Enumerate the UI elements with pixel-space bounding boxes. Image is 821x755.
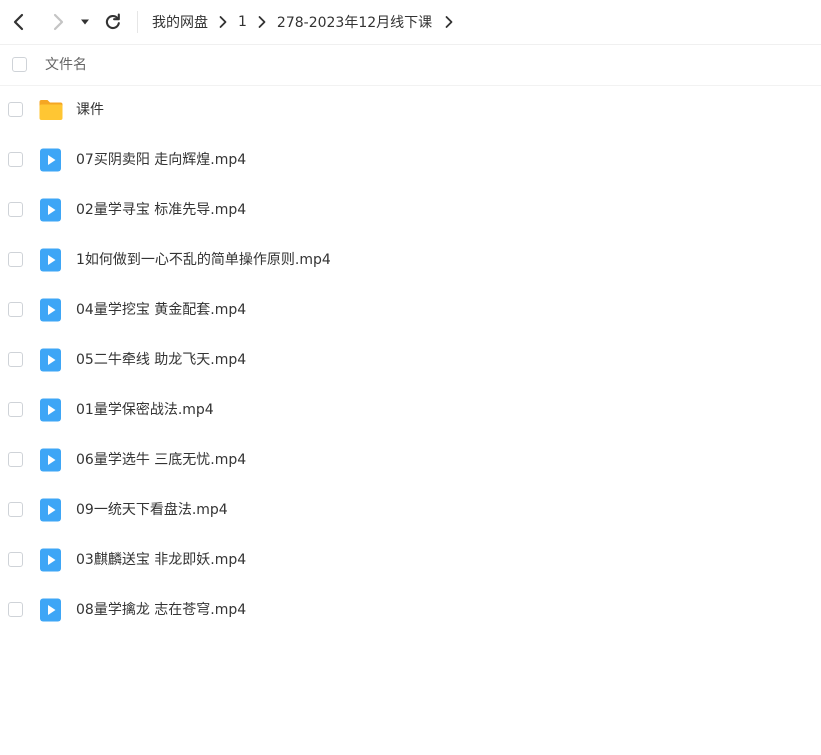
file-manager-window: 我的网盘 1 278-2023年12月线下课 文件名 课件 07买阴卖阳 走向辉煌… xyxy=(0,0,821,755)
file-name[interactable]: 04量学挖宝 黄金配套.mp4 xyxy=(76,285,246,335)
file-row[interactable]: 08量学擒龙 志在苍穹.mp4 xyxy=(0,585,821,635)
folder-row[interactable]: 课件 xyxy=(0,85,821,135)
file-list: 课件 07买阴卖阳 走向辉煌.mp4 02量学寻宝 标准先导.mp4 1如何做到一心不… xyxy=(0,85,821,635)
breadcrumb-item-folder[interactable]: 1 xyxy=(238,14,247,30)
row-checkbox[interactable] xyxy=(8,602,23,617)
row-checkbox[interactable] xyxy=(8,202,23,217)
folder-icon xyxy=(38,98,64,122)
column-header-filename[interactable]: 文件名 xyxy=(45,45,87,85)
row-checkbox[interactable] xyxy=(8,452,23,467)
navigation-bar: 我的网盘 1 278-2023年12月线下课 xyxy=(0,0,821,45)
video-file-icon xyxy=(38,348,64,372)
file-row[interactable]: 1如何做到一心不乱的简单操作原则.mp4 xyxy=(0,235,821,285)
file-name[interactable]: 课件 xyxy=(76,85,104,135)
video-file-icon xyxy=(38,398,64,422)
file-name[interactable]: 06量学选牛 三底无忧.mp4 xyxy=(76,435,246,485)
row-checkbox[interactable] xyxy=(8,102,23,117)
file-name[interactable]: 03麒麟送宝 非龙即妖.mp4 xyxy=(76,535,246,585)
file-row[interactable]: 09一统天下看盘法.mp4 xyxy=(0,485,821,535)
chevron-right-icon[interactable] xyxy=(432,12,454,32)
file-row[interactable]: 05二牛牵线 助龙飞天.mp4 xyxy=(0,335,821,385)
file-row[interactable]: 02量学寻宝 标准先导.mp4 xyxy=(0,185,821,235)
file-row[interactable]: 04量学挖宝 黄金配套.mp4 xyxy=(0,285,821,335)
file-name[interactable]: 02量学寻宝 标准先导.mp4 xyxy=(76,185,246,235)
chevron-right-icon xyxy=(247,12,277,32)
file-row[interactable]: 07买阴卖阳 走向辉煌.mp4 xyxy=(0,135,821,185)
file-name[interactable]: 09一统天下看盘法.mp4 xyxy=(76,485,228,535)
video-file-icon xyxy=(38,248,64,272)
refresh-button[interactable] xyxy=(100,8,126,36)
breadcrumb-item-root[interactable]: 我的网盘 xyxy=(152,12,208,32)
file-row[interactable]: 01量学保密战法.mp4 xyxy=(0,385,821,435)
chevron-right-icon xyxy=(53,13,64,31)
chevron-left-icon xyxy=(13,13,24,31)
row-checkbox[interactable] xyxy=(8,302,23,317)
file-name[interactable]: 08量学擒龙 志在苍穹.mp4 xyxy=(76,585,246,635)
video-file-icon xyxy=(38,148,64,172)
row-checkbox[interactable] xyxy=(8,252,23,267)
row-checkbox[interactable] xyxy=(8,502,23,517)
refresh-icon xyxy=(105,13,120,30)
video-file-icon xyxy=(38,448,64,472)
breadcrumb-item-current[interactable]: 278-2023年12月线下课 xyxy=(277,12,432,32)
video-file-icon xyxy=(38,198,64,222)
file-name[interactable]: 01量学保密战法.mp4 xyxy=(76,385,214,435)
file-name[interactable]: 07买阴卖阳 走向辉煌.mp4 xyxy=(76,135,246,185)
file-list-header: 文件名 xyxy=(0,45,821,86)
caret-down-icon xyxy=(81,19,89,25)
file-name[interactable]: 05二牛牵线 助龙飞天.mp4 xyxy=(76,335,246,385)
row-checkbox[interactable] xyxy=(8,152,23,167)
forward-button[interactable] xyxy=(45,8,71,36)
row-checkbox[interactable] xyxy=(8,552,23,567)
select-all-checkbox[interactable] xyxy=(12,57,27,72)
file-row[interactable]: 06量学选牛 三底无忧.mp4 xyxy=(0,435,821,485)
chevron-right-icon xyxy=(208,12,238,32)
history-dropdown-button[interactable] xyxy=(76,8,94,36)
video-file-icon xyxy=(38,548,64,572)
row-checkbox[interactable] xyxy=(8,352,23,367)
breadcrumb: 我的网盘 1 278-2023年12月线下课 xyxy=(152,0,454,44)
video-file-icon xyxy=(38,298,64,322)
video-file-icon xyxy=(38,598,64,622)
video-file-icon xyxy=(38,498,64,522)
file-name[interactable]: 1如何做到一心不乱的简单操作原则.mp4 xyxy=(76,235,331,285)
navigation-divider xyxy=(137,11,138,33)
file-row[interactable]: 03麒麟送宝 非龙即妖.mp4 xyxy=(0,535,821,585)
row-checkbox[interactable] xyxy=(8,402,23,417)
back-button[interactable] xyxy=(6,8,32,36)
